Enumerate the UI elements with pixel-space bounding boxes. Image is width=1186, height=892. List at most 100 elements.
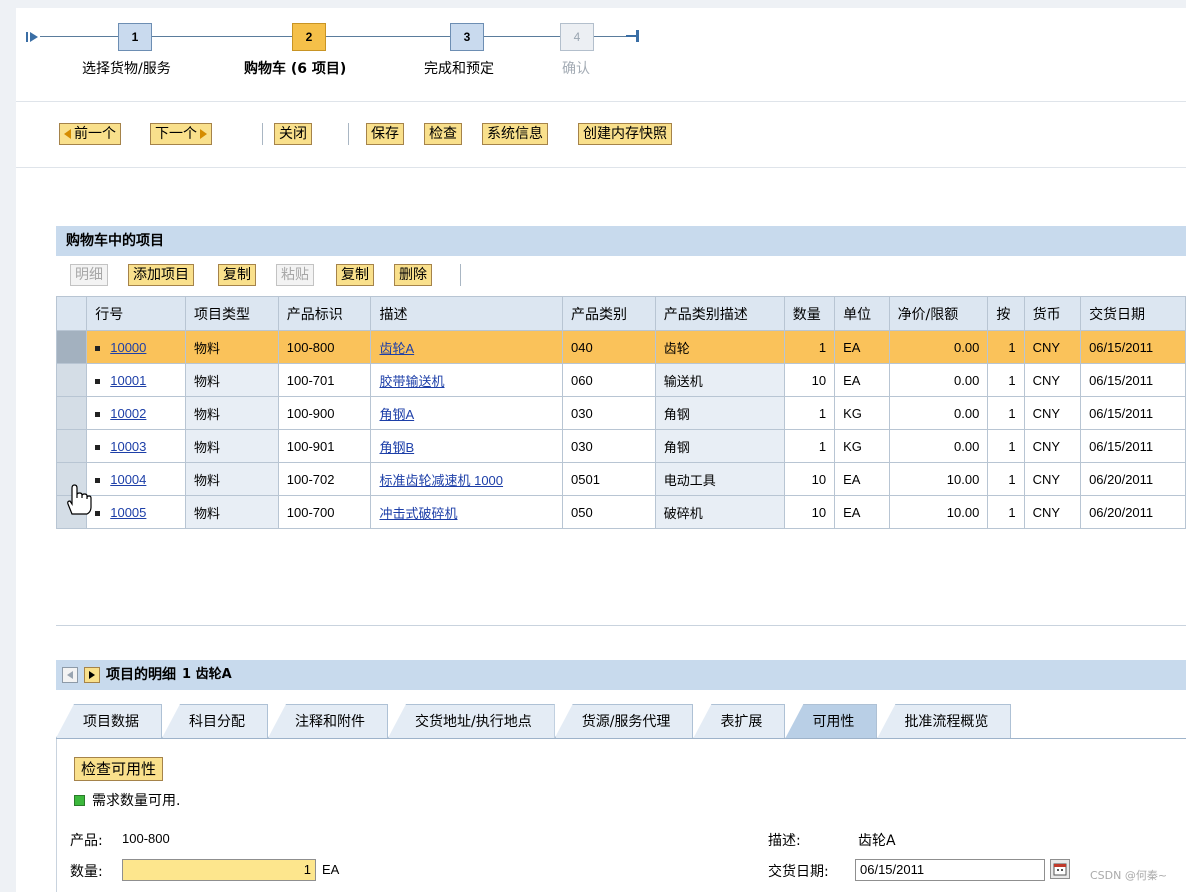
tab-availability[interactable]: 可用性: [785, 704, 878, 738]
column-header[interactable]: 按: [987, 296, 1025, 331]
desc-link[interactable]: 齿轮A: [379, 341, 414, 356]
column-header[interactable]: 项目类型: [185, 296, 279, 331]
product-cell[interactable]: 100-701: [277, 363, 372, 397]
category-cell[interactable]: 050: [562, 495, 656, 529]
column-header[interactable]: 产品类别描述: [654, 296, 785, 331]
roadmap-label-3[interactable]: 完成和预定: [424, 58, 494, 78]
delete-button[interactable]: 删除: [394, 264, 432, 286]
qty-cell[interactable]: 1: [783, 396, 836, 430]
roadmap-label-1[interactable]: 选择货物/服务: [82, 58, 171, 78]
table-row[interactable]: 10003 物料 100-901 角钢B 030 角钢 1 KG 0.00 1 …: [55, 429, 1186, 463]
desc-link[interactable]: 角钢B: [379, 440, 414, 455]
tab-approval-overview[interactable]: 批准流程概览: [877, 704, 1012, 738]
column-header[interactable]: 产品标识: [277, 296, 372, 331]
unit-cell[interactable]: EA: [834, 330, 890, 364]
currency-cell[interactable]: CNY: [1023, 495, 1082, 529]
calendar-icon[interactable]: [1050, 859, 1070, 879]
currency-cell[interactable]: CNY: [1023, 330, 1082, 364]
tab-source-of-supply[interactable]: 货源/服务代理: [554, 704, 694, 738]
table-row[interactable]: 10000 物料 100-800 齿轮A 040 齿轮 1 EA 0.00 1 …: [55, 330, 1186, 364]
product-cell[interactable]: 100-700: [277, 495, 372, 529]
column-header-select[interactable]: [55, 296, 88, 331]
line-link[interactable]: 10005: [110, 505, 146, 520]
price-cell[interactable]: 0.00: [888, 429, 989, 463]
line-link[interactable]: 10004: [110, 472, 146, 487]
delivery-date-field[interactable]: 06/15/2011: [855, 859, 1045, 881]
next-item-button[interactable]: [84, 667, 100, 683]
next-button[interactable]: 下一个: [150, 123, 212, 145]
currency-cell[interactable]: CNY: [1023, 462, 1082, 496]
tab-item-data[interactable]: 项目数据: [56, 704, 162, 738]
currency-cell[interactable]: CNY: [1023, 429, 1082, 463]
qty-cell[interactable]: 10: [783, 462, 836, 496]
system-info-button[interactable]: 系统信息: [482, 123, 548, 145]
price-cell[interactable]: 0.00: [888, 330, 989, 364]
roadmap-step-1[interactable]: 1: [118, 23, 152, 51]
desc-link[interactable]: 胶带输送机: [379, 374, 444, 389]
per-cell[interactable]: 1: [987, 462, 1025, 496]
desc-link[interactable]: 冲击式破碎机: [379, 506, 457, 521]
copy-button-2[interactable]: 复制: [336, 264, 374, 286]
price-cell[interactable]: 0.00: [888, 396, 989, 430]
qty-cell[interactable]: 10: [783, 363, 836, 397]
quantity-field[interactable]: 1: [122, 859, 316, 881]
date-cell[interactable]: 06/15/2011: [1080, 396, 1186, 430]
category-cell[interactable]: 030: [562, 429, 656, 463]
price-cell[interactable]: 10.00: [888, 462, 989, 496]
desc-link[interactable]: 角钢A: [379, 407, 414, 422]
category-cell[interactable]: 030: [562, 396, 656, 430]
category-cell[interactable]: 0501: [562, 462, 656, 496]
save-button[interactable]: 保存: [366, 123, 404, 145]
unit-cell[interactable]: KG: [834, 429, 890, 463]
price-cell[interactable]: 0.00: [888, 363, 989, 397]
unit-cell[interactable]: EA: [834, 462, 890, 496]
row-selector[interactable]: [55, 429, 88, 463]
table-row[interactable]: 10004 物料 100-702 标准齿轮减速机 1000 0501 电动工具 …: [55, 462, 1186, 496]
qty-cell[interactable]: 1: [783, 330, 836, 364]
column-header[interactable]: 单位: [834, 296, 890, 331]
tab-delivery-address[interactable]: 交货地址/执行地点: [388, 704, 555, 738]
product-cell[interactable]: 100-900: [277, 396, 372, 430]
line-link[interactable]: 10001: [110, 373, 146, 388]
tab-account-assignment[interactable]: 科目分配: [162, 704, 268, 738]
column-header[interactable]: 描述: [370, 296, 563, 331]
column-header[interactable]: 交货日期: [1080, 296, 1186, 331]
table-row[interactable]: 10001 物料 100-701 胶带输送机 060 输送机 10 EA 0.0…: [55, 363, 1186, 397]
date-cell[interactable]: 06/20/2011: [1080, 495, 1186, 529]
per-cell[interactable]: 1: [987, 429, 1025, 463]
price-cell[interactable]: 10.00: [888, 495, 989, 529]
create-snapshot-button[interactable]: 创建内存快照: [578, 123, 672, 145]
qty-cell[interactable]: 10: [783, 495, 836, 529]
per-cell[interactable]: 1: [987, 495, 1025, 529]
unit-cell[interactable]: EA: [834, 495, 890, 529]
column-header[interactable]: 产品类别: [562, 296, 656, 331]
line-link[interactable]: 10002: [110, 406, 146, 421]
roadmap-step-3[interactable]: 3: [450, 23, 484, 51]
copy-button[interactable]: 复制: [218, 264, 256, 286]
desc-link[interactable]: 标准齿轮减速机 1000: [379, 473, 503, 488]
check-button[interactable]: 检查: [424, 123, 462, 145]
close-button[interactable]: 关闭: [274, 123, 312, 145]
category-cell[interactable]: 060: [562, 363, 656, 397]
column-header[interactable]: 净价/限额: [888, 296, 989, 331]
line-link[interactable]: 10000: [110, 340, 146, 355]
currency-cell[interactable]: CNY: [1023, 396, 1082, 430]
table-row[interactable]: 10002 物料 100-900 角钢A 030 角钢 1 KG 0.00 1 …: [55, 396, 1186, 430]
product-cell[interactable]: 100-800: [277, 330, 372, 364]
row-selector[interactable]: [55, 396, 88, 430]
category-cell[interactable]: 040: [562, 330, 656, 364]
row-selector[interactable]: [55, 363, 88, 397]
column-header[interactable]: 货币: [1023, 296, 1082, 331]
date-cell[interactable]: 06/15/2011: [1080, 330, 1186, 364]
add-item-button[interactable]: 添加项目: [128, 264, 194, 286]
unit-cell[interactable]: EA: [834, 363, 890, 397]
check-availability-button[interactable]: 检查可用性: [74, 757, 164, 781]
per-cell[interactable]: 1: [987, 396, 1025, 430]
prev-button[interactable]: 前一个: [59, 123, 121, 145]
column-header[interactable]: 数量: [783, 296, 836, 331]
tab-table-extension[interactable]: 表扩展: [693, 704, 786, 738]
product-cell[interactable]: 100-702: [277, 462, 372, 496]
roadmap-step-2[interactable]: 2: [292, 23, 326, 51]
table-row[interactable]: 10005 物料 100-700 冲击式破碎机 050 破碎机 10 EA 10…: [55, 495, 1186, 529]
unit-cell[interactable]: KG: [834, 396, 890, 430]
